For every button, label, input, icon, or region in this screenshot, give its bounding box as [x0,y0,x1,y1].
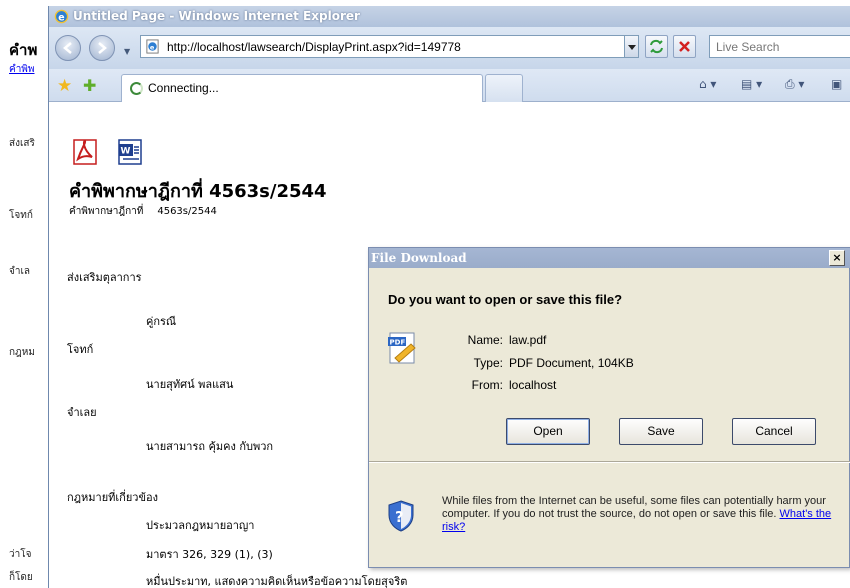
cancel-button[interactable]: Cancel [732,418,816,445]
background-line: ก็โดย [9,572,33,583]
background-line: ว่าโจ [9,549,32,560]
background-page: คำพ คำพิพ ส่งเสริ โจทก์ จำเล กฎหม ว่าโจ … [0,0,48,588]
print-icon[interactable]: ⎙ ▾ [785,77,804,92]
type-value: PDF Document, 104KB [509,356,634,370]
history-dropdown-icon[interactable]: ▼ [124,47,130,56]
file-download-dialog: File Download × Do you want to open or s… [368,247,850,568]
content-line: ประมวลกฎหมายอาญา [146,519,255,532]
content-line: คู่กรณี [146,315,177,328]
background-subtitle-link[interactable]: คำพิพ [9,62,43,77]
subtitle-number: 4563s/2544 [157,206,217,217]
content-line: จำเลย [67,406,97,419]
home-icon[interactable]: ⌂ ▾ [699,77,716,91]
window-title: Untitled Page - Windows Internet Explore… [73,9,360,23]
svg-text:e: e [58,12,64,23]
tab-bar: ★ ✚ Connecting... ⌂ ▾ ▤ ▾ ⎙ ▾ ▣ [49,69,850,102]
dialog-title: File Download [371,251,467,265]
forward-button[interactable] [89,35,115,61]
svg-text:e: e [150,43,155,51]
back-button[interactable] [55,35,81,61]
address-dropdown-button[interactable] [624,35,639,58]
content-line: มาตรา 326, 329 (1), (3) [146,548,273,561]
subtitle-label: คำพิพากษาฎีกาที่ [69,206,144,217]
background-line: จำเล [9,266,31,277]
title-bar[interactable]: e Untitled Page - Windows Internet Explo… [49,6,850,27]
dialog-close-button[interactable]: × [829,250,845,266]
name-label: Name: [467,333,503,347]
type-label: Type: [473,356,503,370]
feeds-icon[interactable]: ▤ ▾ [741,77,762,91]
background-line: โจทก์ [9,210,33,221]
loading-spinner-icon [130,82,143,95]
new-tab-button[interactable] [485,74,523,102]
dialog-question: Do you want to open or save this file? [388,292,623,307]
name-value: law.pdf [509,333,547,347]
address-bar[interactable]: e http://localhost/lawsearch/DisplayPrin… [140,35,638,58]
svg-text:?: ? [395,508,404,526]
page-icon: e [146,39,159,54]
background-title: คำพ [9,41,38,59]
tab-label: Connecting... [148,81,219,95]
navigation-bar: ▼ e http://localhost/lawsearch/DisplayPr… [49,27,850,69]
svg-text:PDF: PDF [390,339,406,347]
tab-current[interactable]: Connecting... [121,74,483,102]
stop-icon [679,41,690,52]
page-menu-icon[interactable]: ▣ [831,77,842,91]
pdf-file-icon: PDF [388,332,416,364]
section-heading: ส่งเสริมตุลาการ [67,271,142,284]
section-heading: กฎหมายที่เกี่ยวข้อง [67,491,158,504]
security-warning-text: While files from the Internet can be use… [442,495,826,520]
document-title: คำพิพากษาฎีกาที่ 4563s/2544 [69,181,327,202]
search-placeholder: Live Search [716,40,780,54]
from-value: localhost [509,378,557,392]
document-subtitle: คำพิพากษาฎีกาที่ 4563s/2544 [69,204,217,219]
dialog-title-bar[interactable]: File Download × [369,248,850,268]
add-favorite-icon[interactable]: ✚ [83,78,96,94]
open-button[interactable]: Open [506,418,590,445]
content-line: นายสุทัศน์ พลแสน [146,378,234,391]
stop-button[interactable] [673,35,696,58]
background-line: ส่งเสริ [9,138,35,149]
refresh-button[interactable] [645,35,668,58]
pdf-icon[interactable] [72,139,100,165]
ie-logo-icon: e [54,9,69,24]
search-input[interactable]: Live Search [709,35,850,58]
security-shield-icon: ? [388,500,414,532]
content-line: หมื่นประมาท, แสดงความคิดเห็นหรือข้อความโ… [146,575,408,588]
address-url: http://localhost/lawsearch/DisplayPrint.… [167,40,461,54]
back-arrow-icon [63,42,72,54]
save-button[interactable]: Save [619,418,703,445]
svg-text:W: W [121,147,131,157]
word-icon[interactable]: W [116,139,144,165]
from-label: From: [471,378,503,392]
content-line: โจทก์ [67,343,94,356]
background-line: กฎหม [9,347,35,358]
refresh-icon [650,39,663,54]
dialog-separator [369,461,850,463]
security-warning: While files from the Internet can be use… [442,495,842,534]
forward-arrow-icon [98,42,107,54]
content-line: นายสามารถ คุ้มคง กับพวก [146,440,274,453]
favorites-star-icon[interactable]: ★ [57,78,72,95]
